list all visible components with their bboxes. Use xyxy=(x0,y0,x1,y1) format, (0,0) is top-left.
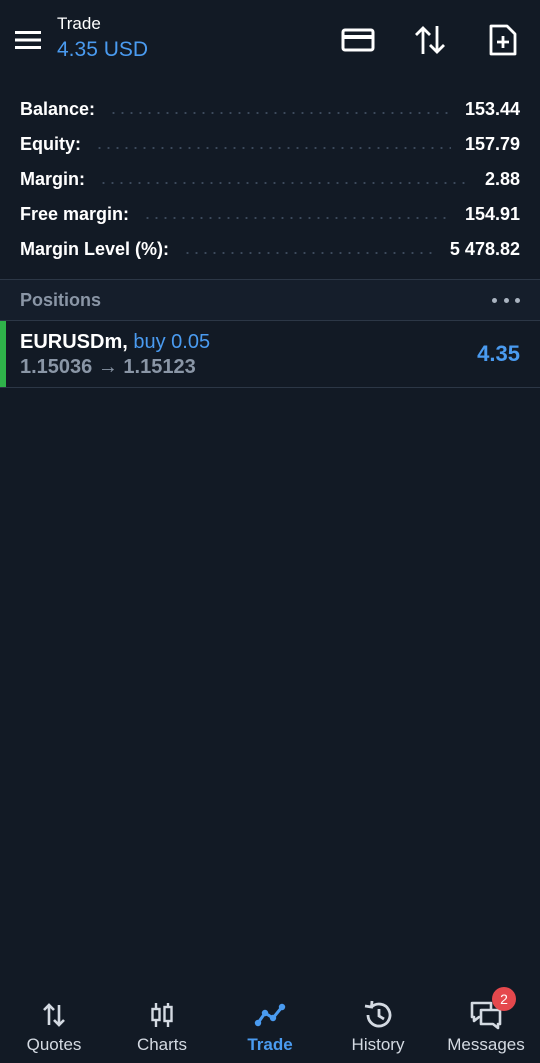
trade-screen: Trade 4.35 USD Balance: 153.44 Equity: 1… xyxy=(0,0,540,1063)
dotted-leader xyxy=(143,216,451,219)
position-row[interactable]: EURUSDm, buy 0.05 1.15036 → 1.15123 4.35 xyxy=(0,321,540,387)
summary-row-free-margin: Free margin: 154.91 xyxy=(20,197,520,232)
nav-label-history: History xyxy=(351,1035,405,1054)
bottom-navigation: Quotes Charts Trade History 2 Messages xyxy=(0,983,540,1063)
margin-level-value: 5 478.82 xyxy=(449,239,520,259)
header-title-block: Trade 4.35 USD xyxy=(57,13,148,65)
dotted-leader xyxy=(99,181,471,184)
buy-indicator-bar xyxy=(0,321,6,387)
history-icon xyxy=(364,1000,392,1028)
nav-item-history[interactable]: History xyxy=(324,983,432,1063)
dotted-leader xyxy=(95,146,451,149)
more-dot-icon xyxy=(515,297,520,303)
balance-label: Balance: xyxy=(20,99,96,119)
trade-icon xyxy=(254,1003,286,1027)
sort-arrows-icon xyxy=(415,26,445,54)
more-dot-icon xyxy=(503,297,509,303)
nav-item-trade[interactable]: Trade xyxy=(216,983,324,1063)
more-dot-icon xyxy=(492,297,497,303)
nav-label-messages: Messages xyxy=(447,1035,525,1054)
card-icon xyxy=(341,28,375,52)
dotted-leader xyxy=(183,251,436,254)
summary-row-margin: Margin: 2.88 xyxy=(20,162,520,197)
nav-label-quotes: Quotes xyxy=(26,1035,82,1054)
header-profit: 4.35 USD xyxy=(57,38,149,61)
summary-row-balance: Balance: 153.44 xyxy=(20,92,520,127)
nav-item-messages[interactable]: 2 Messages xyxy=(432,983,540,1063)
position-title: EURUSDm, buy 0.05 xyxy=(20,330,210,354)
menu-button[interactable] xyxy=(10,22,46,58)
margin-level-label: Margin Level (%): xyxy=(20,239,170,259)
account-summary: Balance: 153.44 Equity: 157.79 Margin: 2… xyxy=(20,92,520,267)
position-symbol: EURUSDm, xyxy=(20,331,128,353)
nav-item-quotes[interactable]: Quotes xyxy=(0,983,108,1063)
nav-label-trade: Trade xyxy=(247,1035,293,1054)
deposit-button[interactable] xyxy=(338,20,378,60)
positions-more-button[interactable] xyxy=(492,290,520,310)
position-type: buy 0.05 xyxy=(133,331,211,353)
charts-icon xyxy=(151,1003,173,1027)
nav-label-charts: Charts xyxy=(136,1035,188,1054)
quotes-icon xyxy=(43,1003,65,1027)
add-document-icon xyxy=(489,24,517,56)
position-prices: 1.15036 → 1.15123 xyxy=(20,356,196,378)
position-profit: 4.35 xyxy=(477,341,520,366)
equity-value: 157.79 xyxy=(464,134,520,154)
new-order-button[interactable] xyxy=(483,20,523,60)
summary-row-margin-level: Margin Level (%): 5 478.82 xyxy=(20,232,520,267)
summary-row-equity: Equity: 157.79 xyxy=(20,127,520,162)
sort-button[interactable] xyxy=(410,20,450,60)
free-margin-value: 154.91 xyxy=(464,204,520,224)
messages-badge: 2 xyxy=(492,987,516,1011)
margin-value: 2.88 xyxy=(484,169,520,189)
nav-item-charts[interactable]: Charts xyxy=(108,983,216,1063)
free-margin-label: Free margin: xyxy=(20,204,130,224)
divider xyxy=(0,387,540,388)
dotted-leader xyxy=(109,111,451,114)
margin-label: Margin: xyxy=(20,169,85,189)
positions-title: Positions xyxy=(20,290,102,310)
equity-label: Equity: xyxy=(20,134,81,154)
app-header: Trade 4.35 USD xyxy=(0,0,540,80)
page-title: Trade xyxy=(57,14,101,33)
positions-header: Positions xyxy=(0,280,540,320)
balance-value: 153.44 xyxy=(464,99,520,119)
hamburger-icon xyxy=(15,31,41,49)
